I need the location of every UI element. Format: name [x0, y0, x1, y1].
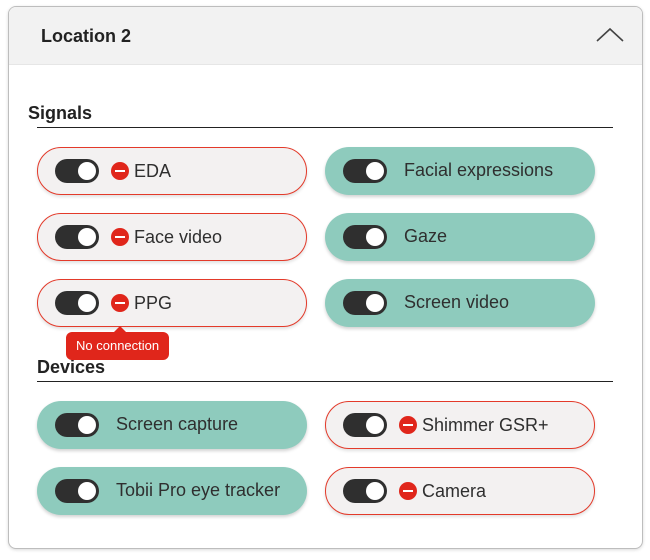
signal-label: Screen video [404, 292, 510, 312]
panel-title: Location 2 [41, 26, 132, 46]
error-icon [111, 228, 129, 246]
signal-card-facial-expressions[interactable]: Facial expressions [325, 147, 595, 195]
no-connection-tooltip: No connection [66, 326, 170, 360]
toggle-knob [78, 228, 96, 246]
signals-heading: Signals [28, 103, 93, 123]
device-card-camera[interactable]: Camera [325, 467, 595, 515]
toggle-switch[interactable] [343, 159, 387, 183]
signal-label: Facial expressions [404, 160, 554, 180]
signal-label: Face video [134, 227, 223, 247]
toggle-knob [78, 162, 96, 180]
signal-card-ppg[interactable]: PPG [37, 279, 307, 327]
panel-header[interactable]: Location 2 [9, 7, 642, 65]
toggle-knob [366, 228, 384, 246]
toggle-knob [78, 482, 96, 500]
signal-label: Gaze [404, 226, 448, 246]
collapse-button[interactable] [594, 23, 626, 47]
device-card-tobii-pro[interactable]: Tobii Pro eye tracker [37, 467, 307, 515]
toggle-knob [78, 416, 96, 434]
toggle-switch[interactable] [55, 291, 99, 315]
toggle-knob [366, 294, 384, 312]
device-label: Shimmer GSR+ [422, 415, 549, 435]
toggle-switch[interactable] [343, 479, 387, 503]
signals-divider [37, 127, 613, 128]
toggle-switch[interactable] [343, 413, 387, 437]
device-label: Screen capture [116, 414, 239, 434]
signal-card-face-video[interactable]: Face video [37, 213, 307, 261]
error-icon [399, 482, 417, 500]
signal-label: PPG [134, 293, 173, 313]
signal-label: EDA [134, 161, 172, 181]
error-icon [399, 416, 417, 434]
toggle-knob [78, 294, 96, 312]
devices-divider [37, 381, 613, 382]
chevron-up-icon [596, 27, 624, 42]
signal-card-gaze[interactable]: Gaze [325, 213, 595, 261]
toggle-switch[interactable] [55, 413, 99, 437]
device-card-screen-capture[interactable]: Screen capture [37, 401, 307, 449]
toggle-switch[interactable] [55, 479, 99, 503]
signal-card-screen-video[interactable]: Screen video [325, 279, 595, 327]
error-icon [111, 294, 129, 312]
device-label: Tobii Pro eye tracker [116, 480, 281, 500]
toggle-knob [366, 162, 384, 180]
signal-card-eda[interactable]: EDA [37, 147, 307, 195]
error-icon [111, 162, 129, 180]
toggle-knob [366, 482, 384, 500]
device-card-shimmer-gsr[interactable]: Shimmer GSR+ [325, 401, 595, 449]
toggle-switch[interactable] [55, 225, 99, 249]
toggle-switch[interactable] [343, 291, 387, 315]
toggle-knob [366, 416, 384, 434]
toggle-switch[interactable] [55, 159, 99, 183]
toggle-switch[interactable] [343, 225, 387, 249]
device-label: Camera [422, 481, 487, 501]
devices-heading: Devices [37, 357, 106, 377]
